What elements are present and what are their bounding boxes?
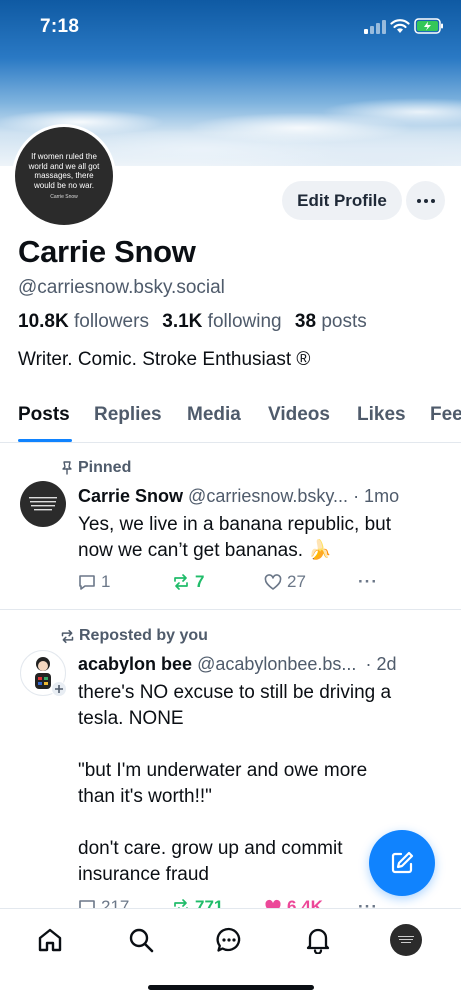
profile-tabs: Posts Replies Media Videos Likes Fee (0, 400, 461, 443)
repost-count: 7 (195, 572, 205, 591)
posts-count: 38 (294, 311, 317, 332)
search-icon (129, 928, 154, 953)
cell-signal-icon (364, 20, 386, 34)
post-divider (0, 609, 461, 610)
avatar-quote: If women ruled the world and we all got … (28, 152, 100, 190)
reply-button[interactable]: 1 (78, 572, 172, 592)
post-text-line: than it's worth!!" (78, 786, 212, 807)
reply-icon (79, 575, 95, 590)
status-time: 7:18 (40, 16, 80, 37)
profile-handle: @carriesnow.bsky.social (18, 277, 225, 298)
follow-plus-badge[interactable] (51, 681, 67, 697)
post-timestamp[interactable]: · 1mo (353, 486, 399, 506)
compose-icon (391, 851, 414, 874)
repost-icon (174, 574, 188, 590)
tab-replies[interactable]: Replies (94, 404, 162, 426)
post-body[interactable]: Yes, we live in a banana republic, but n… (78, 512, 450, 564)
post-author-avatar[interactable] (20, 481, 66, 527)
post-author-avatar[interactable] (20, 650, 67, 697)
post-text-line: now we can’t get bananas. 🍌 (78, 540, 332, 561)
pinned-label: Pinned (60, 459, 131, 477)
post-text-blank (78, 732, 450, 758)
compose-post-button[interactable] (369, 830, 435, 896)
followers-count: 10.8K (18, 311, 69, 332)
post-header: Carrie Snow @carriesnow.bsky... · 1mo (78, 486, 399, 507)
post-author-handle[interactable]: @acabylonbee.bs... (197, 654, 356, 674)
tab-posts[interactable]: Posts (18, 404, 70, 426)
post-text-line: "but I'm underwater and owe more (78, 760, 368, 781)
profile-more-button[interactable] (406, 181, 445, 220)
repost-button[interactable]: 7 (172, 572, 264, 592)
post-text-line: Yes, we live in a banana republic, but (78, 514, 392, 535)
chat-icon (216, 927, 241, 952)
profile-bio: Writer. Comic. Stroke Enthusiast ® (18, 349, 311, 370)
display-name: Carrie Snow (18, 234, 196, 269)
post-author-handle[interactable]: @carriesnow.bsky... (188, 486, 348, 506)
post-text-line: there's NO excuse to still be driving a (78, 682, 392, 703)
nav-notifications[interactable] (303, 925, 333, 955)
following-count: 3.1K (162, 311, 203, 332)
tab-feeds[interactable]: Fee (430, 404, 461, 426)
like-count: 27 (287, 572, 306, 591)
home-icon (38, 928, 62, 952)
avatar-text-image (29, 497, 57, 511)
post-author-name[interactable]: acabylon bee (78, 654, 192, 674)
reposted-label: Reposted by you (60, 627, 208, 645)
following-label: following (207, 311, 282, 332)
profile-avatar-thumbnail (398, 936, 414, 943)
followers-link[interactable]: 10.8K followers (18, 311, 157, 332)
repost-small-icon (61, 629, 74, 643)
home-indicator (148, 985, 314, 990)
post-author-name[interactable]: Carrie Snow (78, 486, 183, 506)
wifi-icon (390, 19, 410, 33)
plus-icon (55, 685, 63, 693)
post-text-line: tesla. NONE (78, 708, 184, 729)
reply-count: 1 (101, 572, 111, 591)
posts-stat: 38 posts (295, 311, 375, 332)
post-actions: 1 7 27 ··· (78, 572, 378, 592)
more-horizontal-icon (416, 198, 435, 203)
tab-videos[interactable]: Videos (268, 404, 330, 426)
bell-icon (306, 928, 330, 954)
active-tab-indicator (18, 439, 72, 442)
heart-icon (264, 573, 282, 590)
post-timestamp[interactable]: · 2d (365, 654, 396, 674)
nav-profile[interactable] (390, 924, 422, 956)
edit-profile-button[interactable]: Edit Profile (282, 181, 402, 220)
tab-likes[interactable]: Likes (357, 404, 406, 426)
like-button[interactable]: 27 (264, 572, 358, 592)
tab-media[interactable]: Media (187, 404, 241, 426)
profile-avatar[interactable]: If women ruled the world and we all got … (12, 124, 116, 228)
nav-home[interactable] (35, 925, 65, 955)
status-bar: 7:18 (0, 0, 461, 54)
avatar-image: If women ruled the world and we all got … (15, 127, 113, 225)
pinned-text: Pinned (78, 459, 132, 476)
nav-search[interactable] (126, 925, 156, 955)
post-header: acabylon bee @acabylonbee.bs... · 2d (78, 654, 396, 675)
pin-icon (62, 461, 72, 475)
post-more-button[interactable]: ··· (358, 572, 378, 592)
battery-charging-icon (414, 18, 443, 34)
posts-label: posts (321, 311, 367, 332)
profile-stats: 10.8K followers 3.1K following 38 posts (18, 311, 375, 333)
following-link[interactable]: 3.1K following (162, 311, 289, 332)
followers-label: followers (73, 311, 149, 332)
reposted-text: Reposted by you (79, 627, 208, 644)
avatar-attribution: Carrie Snow (50, 194, 78, 200)
nav-chat[interactable] (214, 925, 244, 955)
